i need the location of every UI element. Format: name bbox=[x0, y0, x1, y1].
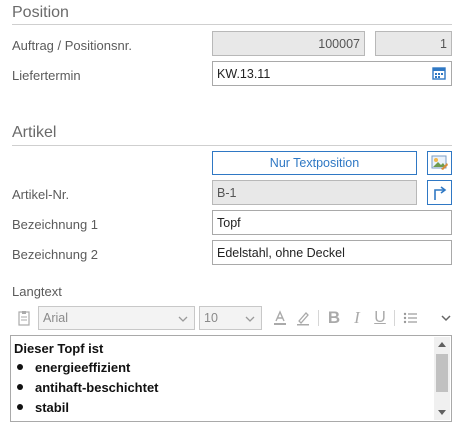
artikel-nr-label: Artikel-Nr. bbox=[12, 187, 70, 202]
section-divider bbox=[12, 145, 452, 146]
list-item: antihaft-beschichtet bbox=[14, 377, 431, 397]
bullet-icon bbox=[17, 384, 23, 390]
jump-to-article-button[interactable] bbox=[427, 180, 452, 205]
font-size-value: 10 bbox=[204, 311, 218, 325]
langtext-label: Langtext bbox=[12, 284, 62, 299]
bezeichnung1-field[interactable]: Topf bbox=[212, 210, 452, 235]
highlighter-icon[interactable] bbox=[293, 308, 313, 328]
text-position-button[interactable]: Nur Textposition bbox=[212, 151, 417, 175]
list-item: energieeffizient bbox=[14, 357, 431, 377]
langtext-editor[interactable]: Dieser Topf ist energieeffizient antihaf… bbox=[10, 335, 452, 422]
list-item-text: antihaft-beschichtet bbox=[35, 379, 159, 395]
bullet-icon bbox=[17, 364, 23, 370]
list-item-text: energieeffizient bbox=[35, 359, 131, 375]
scroll-down-icon bbox=[438, 410, 446, 415]
scroll-up-button[interactable] bbox=[434, 337, 450, 351]
toolbar-separator bbox=[394, 310, 395, 326]
list-item: stabil bbox=[14, 397, 431, 417]
auftrag-label: Auftrag / Positionsnr. bbox=[12, 38, 132, 53]
list-item-text: stabil bbox=[35, 399, 69, 415]
artikel-nr-field[interactable]: B-1 bbox=[212, 180, 417, 205]
bold-icon[interactable]: B bbox=[324, 308, 344, 328]
picture-button[interactable] bbox=[427, 151, 452, 175]
expand-chevron-icon[interactable] bbox=[436, 308, 456, 328]
bullet-icon bbox=[17, 404, 23, 410]
editor-scrollbar[interactable] bbox=[434, 337, 450, 420]
section-title-position: Position bbox=[12, 4, 69, 21]
scroll-down-button[interactable] bbox=[434, 406, 450, 420]
auftrag-field[interactable]: 100007 bbox=[212, 31, 365, 56]
bezeichnung2-label: Bezeichnung 2 bbox=[12, 247, 99, 262]
chevron-down-icon bbox=[245, 316, 255, 322]
section-divider bbox=[12, 24, 452, 25]
font-size-select[interactable]: 10 bbox=[199, 306, 262, 330]
positionsnr-field[interactable]: 1 bbox=[375, 31, 452, 56]
toolbar-separator bbox=[318, 310, 319, 326]
italic-icon[interactable]: I bbox=[347, 308, 367, 328]
liefertermin-label: Liefertermin bbox=[12, 68, 81, 83]
langtext-heading: Dieser Topf ist bbox=[14, 340, 104, 356]
jump-arrow-icon bbox=[433, 185, 446, 200]
bezeichnung1-label: Bezeichnung 1 bbox=[12, 217, 99, 232]
scrollbar-thumb[interactable] bbox=[436, 354, 448, 392]
underline-icon[interactable]: U bbox=[370, 308, 390, 328]
liefertermin-value: KW.13.11 bbox=[217, 66, 271, 81]
font-family-value: Arial bbox=[43, 311, 69, 325]
section-title-artikel: Artikel bbox=[12, 124, 57, 141]
paste-icon[interactable] bbox=[14, 308, 34, 328]
picture-icon bbox=[431, 155, 448, 170]
langtext-bullet-list: energieeffizient antihaft-beschichtet st… bbox=[14, 357, 431, 417]
font-color-icon[interactable] bbox=[270, 308, 290, 328]
list-icon[interactable] bbox=[400, 308, 420, 328]
font-family-select[interactable]: Arial bbox=[38, 306, 195, 330]
scroll-up-icon bbox=[438, 342, 446, 347]
liefertermin-field[interactable]: KW.13.11 bbox=[212, 61, 452, 86]
bezeichnung2-field[interactable]: Edelstahl, ohne Deckel bbox=[212, 240, 452, 265]
chevron-down-icon bbox=[178, 316, 188, 322]
calendar-icon[interactable] bbox=[432, 66, 446, 80]
